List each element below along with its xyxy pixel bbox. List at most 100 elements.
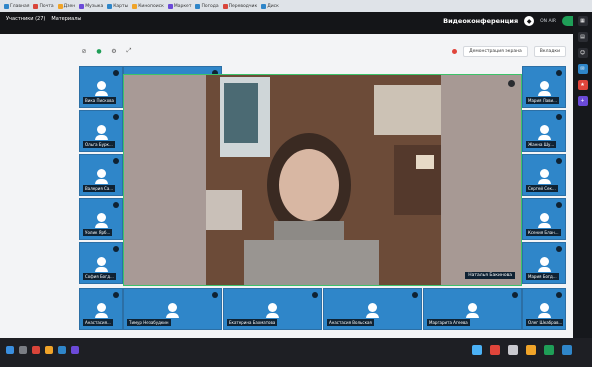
settings-icon[interactable]: ⚙ xyxy=(109,46,119,56)
participant-tile[interactable]: Маргарита Агеева xyxy=(423,288,522,330)
tabs-button[interactable]: Вкладки xyxy=(533,45,566,57)
participant-name: Анастасия Вольская xyxy=(327,319,374,326)
participant-tile[interactable]: Сергей Сек... xyxy=(522,154,566,196)
files-icon[interactable] xyxy=(32,346,40,354)
participant-name: Жанна Шу... xyxy=(526,141,557,148)
participants-tab[interactable]: Участники (27) xyxy=(6,16,45,22)
bookmark-item[interactable]: Переводчик xyxy=(222,3,257,9)
bookmark-item[interactable]: Почта xyxy=(33,3,54,9)
tray-icon[interactable] xyxy=(544,345,554,355)
participant-name: София Богд... xyxy=(83,273,116,280)
participant-tile[interactable]: Тимур Незабудкин xyxy=(123,288,222,330)
mic-off-icon xyxy=(556,292,562,298)
avatar-icon xyxy=(537,80,551,96)
bookmark-icon xyxy=(261,3,267,9)
participant-tile[interactable]: София Богд... xyxy=(79,242,123,284)
participant-tile[interactable]: Анастасия... xyxy=(79,288,123,330)
shield-icon: ◆ xyxy=(524,16,535,26)
main-speaker-video[interactable]: Наталья Бакинова xyxy=(123,74,522,286)
participant-name: Мария Лави... xyxy=(526,97,559,104)
bookmark-item[interactable]: Маркет xyxy=(167,3,191,9)
people-icon[interactable]: ☺ xyxy=(577,48,588,58)
participant-name: Вика Пискова xyxy=(83,97,116,104)
participant-tile[interactable]: Ксения Блан... xyxy=(522,198,566,240)
folder-icon[interactable]: ▤ xyxy=(577,32,588,42)
speaker-name: Наталья Бакинова xyxy=(465,272,515,279)
bookmark-item[interactable]: Главная xyxy=(4,3,29,9)
chat-icon[interactable]: ✉ xyxy=(577,64,588,74)
participant-name: Олег Шкабрав... xyxy=(526,319,563,326)
mic-off-icon xyxy=(412,292,418,298)
apps-icon[interactable]: ▦ xyxy=(577,16,588,26)
expand-icon[interactable]: ⤢ xyxy=(124,46,134,56)
bookmark-item[interactable]: Погода xyxy=(195,3,219,9)
start-icon[interactable] xyxy=(6,346,14,354)
taskbar xyxy=(0,338,592,367)
participant-tile[interactable]: Валерия Са... xyxy=(79,154,123,196)
mic-off-icon xyxy=(312,292,318,298)
mic-off-icon xyxy=(113,70,119,76)
participant-name: Екатерина Бахматова xyxy=(227,319,278,326)
bookmark-icon xyxy=(107,3,113,9)
bookmark-icon xyxy=(57,3,63,9)
app-header: Участники (27) Материалы Видеоконференци… xyxy=(0,12,592,34)
bookmark-item[interactable]: Диск xyxy=(261,3,279,9)
participant-tile[interactable]: Екатерина Бахматова xyxy=(223,288,322,330)
mic-off-icon xyxy=(113,202,119,208)
mic-off-icon xyxy=(556,70,562,76)
avatar-icon xyxy=(537,302,551,318)
bookmark-icon xyxy=(167,3,173,9)
materials-tab[interactable]: Материалы xyxy=(51,16,81,22)
avatar-icon xyxy=(266,302,279,318)
tray-icon[interactable] xyxy=(472,345,482,355)
plus-icon[interactable]: + xyxy=(577,96,588,106)
avatar-icon xyxy=(94,302,108,318)
tray-icon[interactable] xyxy=(508,345,518,355)
participant-tile[interactable]: Мария Богд... xyxy=(522,242,566,284)
record-icon xyxy=(452,48,458,54)
bookmark-icon xyxy=(4,3,9,9)
status-badge: ON AIR xyxy=(540,18,556,24)
camera-off-icon[interactable]: ⊘ xyxy=(79,46,89,56)
participant-tile[interactable]: Жанна Шу... xyxy=(522,110,566,152)
bookmark-icon xyxy=(132,3,138,9)
bookmark-item[interactable]: Дзен xyxy=(57,3,75,9)
mic-off-icon xyxy=(113,114,119,120)
bookmark-item[interactable]: Музыка xyxy=(79,3,103,9)
avatar-icon xyxy=(94,212,108,228)
mic-off-icon xyxy=(556,158,562,164)
browser-icon[interactable] xyxy=(45,346,53,354)
mic-off-icon xyxy=(212,292,218,298)
mic-off-icon xyxy=(512,292,518,298)
screen-share-button[interactable]: Демонстрация экрана xyxy=(463,45,528,57)
tray-icon[interactable] xyxy=(490,345,500,355)
participant-name: Ольга Бурк... xyxy=(83,141,115,148)
participant-tile[interactable]: Анастасия Вольская xyxy=(323,288,422,330)
mail-icon[interactable] xyxy=(58,346,66,354)
chat-icon[interactable] xyxy=(71,346,79,354)
search-icon[interactable] xyxy=(19,346,27,354)
participant-name: Тимур Незабудкин xyxy=(127,319,171,326)
bookmark-item[interactable]: Карты xyxy=(107,3,128,9)
avatar-icon xyxy=(94,168,108,184)
bookmark-icon xyxy=(79,3,85,9)
bookmarks-bar: Главная Почта Дзен Музыка Карты Кинопоис… xyxy=(0,0,592,12)
avatar-icon xyxy=(466,302,479,318)
avatar-icon xyxy=(94,256,108,272)
avatar-icon xyxy=(537,256,551,272)
avatar-icon xyxy=(94,80,108,96)
participant-tile[interactable]: Вика Пискова xyxy=(79,66,123,108)
participant-tile[interactable]: Олег Шкабрав... xyxy=(522,288,566,330)
tray-icon[interactable] xyxy=(562,345,572,355)
avatar-icon xyxy=(537,212,551,228)
tray-icon[interactable] xyxy=(526,345,536,355)
microphone-icon[interactable]: ● xyxy=(94,46,104,56)
bookmark-item[interactable]: Кинопоиск xyxy=(132,3,164,9)
participant-tile[interactable]: Уолик Ярб... xyxy=(79,198,123,240)
star-icon[interactable]: ★ xyxy=(577,80,588,90)
avatar-icon xyxy=(166,302,179,318)
bookmark-icon xyxy=(222,3,228,9)
mic-off-icon xyxy=(556,202,562,208)
participant-tile[interactable]: Мария Лави... xyxy=(522,66,566,108)
participant-tile[interactable]: Ольга Бурк... xyxy=(79,110,123,152)
